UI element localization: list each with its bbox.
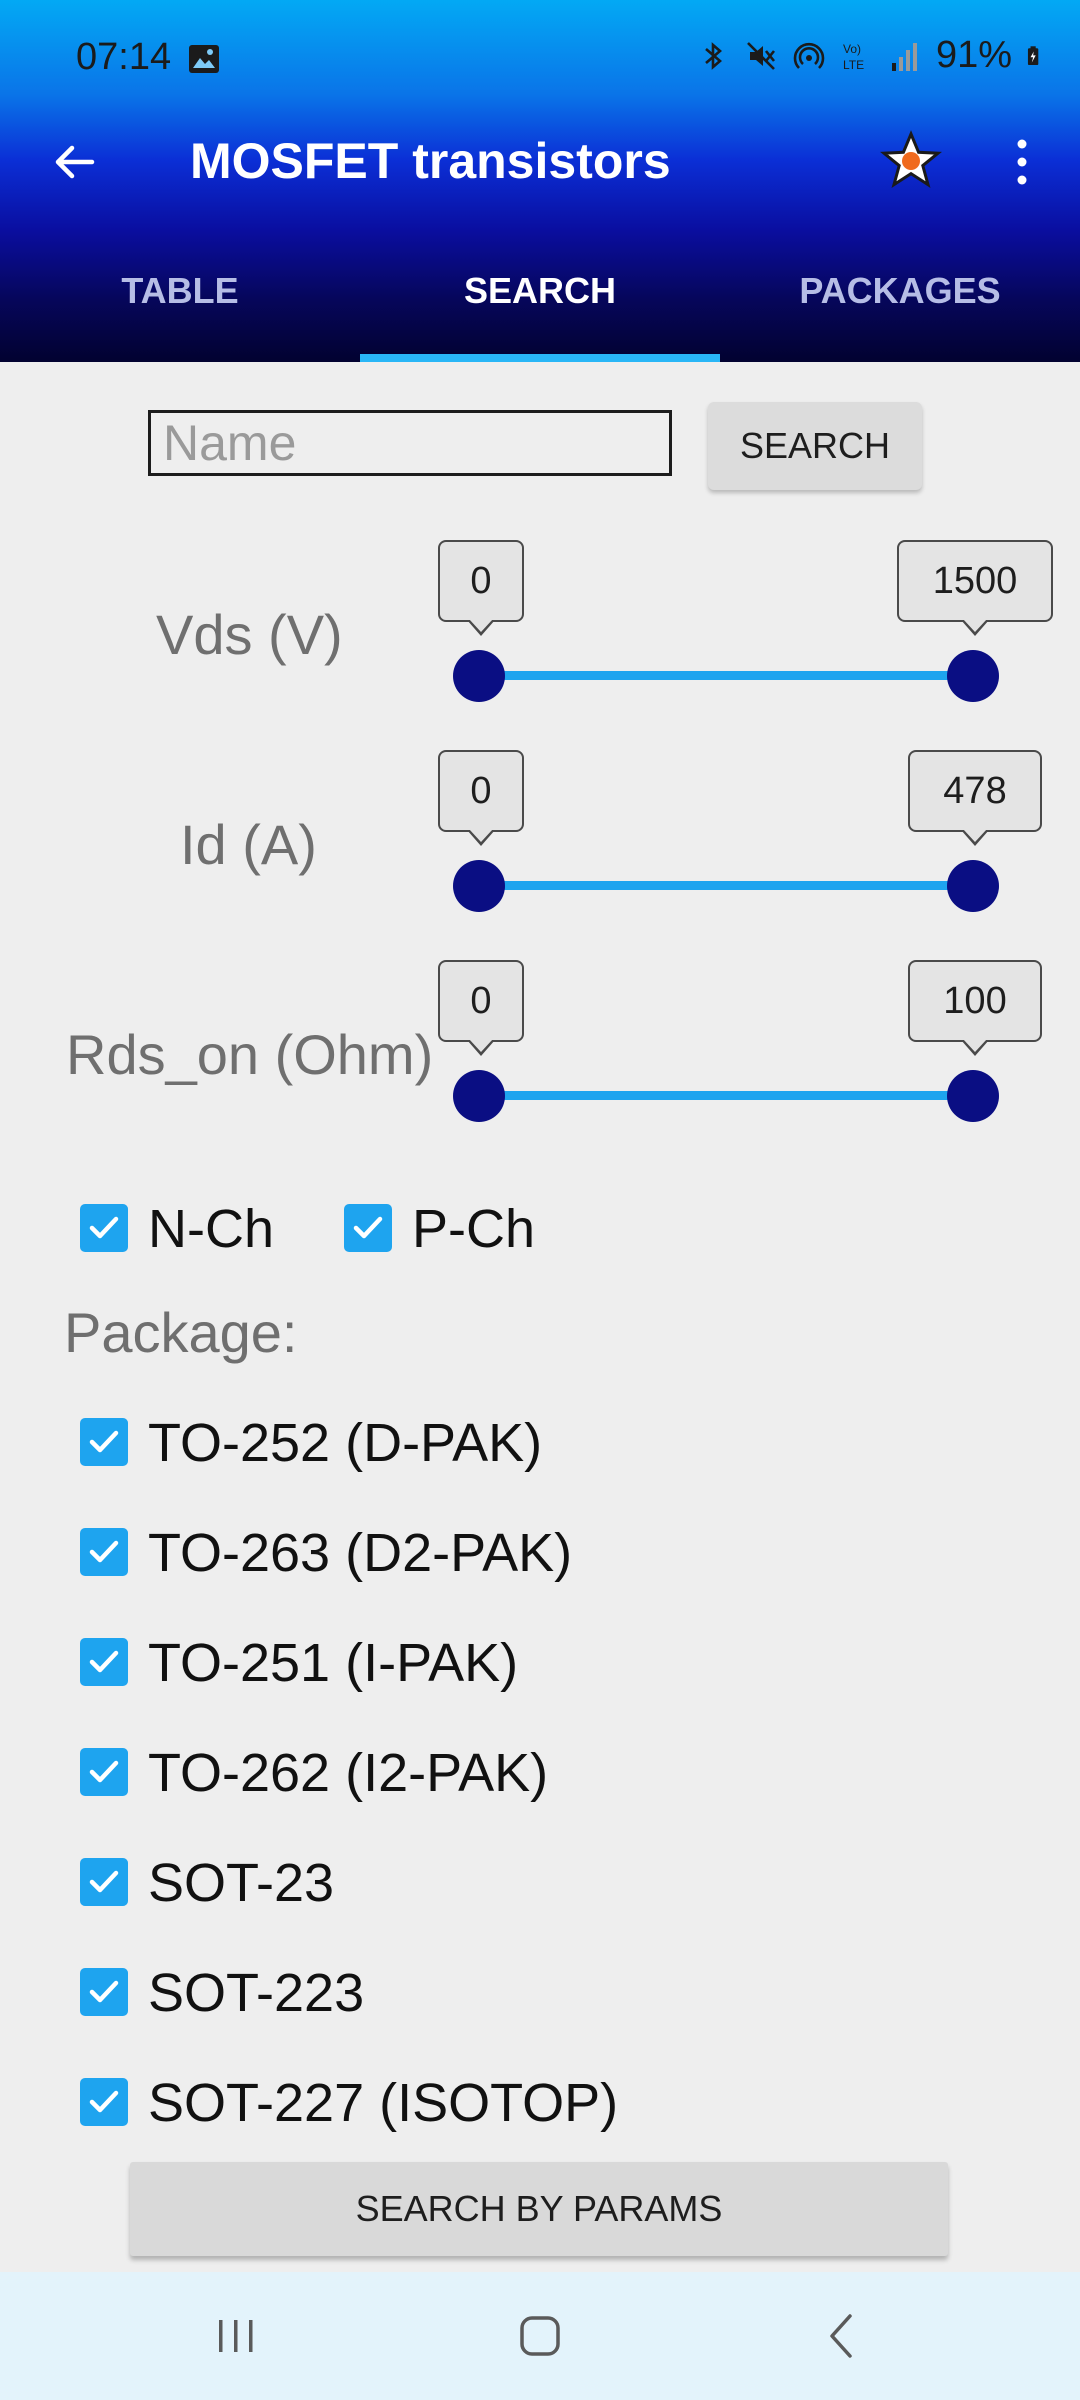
check-icon — [353, 1216, 383, 1239]
battery-charging-icon — [1027, 45, 1039, 65]
id-min-thumb[interactable] — [453, 860, 505, 912]
package-checkbox[interactable] — [80, 1748, 128, 1796]
volte-icon: Vo) LTE — [843, 42, 864, 72]
star-icon[interactable] — [880, 130, 942, 192]
package-label: TO-263 (D2-PAK) — [148, 1523, 573, 1583]
check-icon — [89, 1540, 119, 1563]
check-icon — [89, 1980, 119, 2003]
package-checkbox[interactable] — [80, 2078, 128, 2126]
id-max-value: 478 — [908, 750, 1042, 846]
vds-min-thumb[interactable] — [453, 650, 505, 702]
tab-packages[interactable]: PACKAGES — [720, 270, 1080, 312]
check-icon — [89, 2090, 119, 2113]
n-ch-checkbox[interactable] — [80, 1204, 128, 1252]
status-time: 07:14 — [76, 36, 172, 78]
package-label: SOT-23 — [148, 1853, 335, 1913]
id-max-thumb[interactable] — [947, 860, 999, 912]
name-search-input[interactable] — [148, 410, 672, 476]
p-ch-checkbox[interactable] — [344, 1204, 392, 1252]
package-label: TO-251 (I-PAK) — [148, 1633, 519, 1693]
home-icon[interactable] — [518, 2314, 562, 2358]
check-icon — [89, 1760, 119, 1783]
check-icon — [89, 1870, 119, 1893]
search-button[interactable]: SEARCH — [708, 402, 922, 490]
tab-table[interactable]: TABLE — [0, 270, 360, 312]
id-label: Id (A) — [180, 813, 317, 876]
package-checkbox[interactable] — [80, 1638, 128, 1686]
check-icon — [89, 1216, 119, 1239]
back-arrow-icon[interactable] — [44, 132, 104, 192]
package-label: TO-262 (I2-PAK) — [148, 1743, 549, 1803]
vds-slider-track[interactable] — [478, 671, 974, 680]
signal-icon — [891, 42, 917, 71]
vds-label: Vds (V) — [156, 603, 343, 666]
check-icon — [89, 1650, 119, 1673]
tab-indicator — [360, 354, 720, 362]
rds-on-min-value: 0 — [438, 960, 524, 1056]
status-icons: Vo) LTE 91% — [696, 34, 1048, 77]
check-icon — [89, 1430, 119, 1453]
mute-icon — [747, 41, 775, 70]
svg-text:LTE: LTE — [843, 58, 864, 72]
svg-text:Vo): Vo) — [843, 42, 861, 56]
bluetooth-icon — [705, 41, 722, 70]
rds-on-min-thumb[interactable] — [453, 1070, 505, 1122]
id-min-value: 0 — [438, 750, 524, 846]
package-checkbox[interactable] — [80, 1418, 128, 1466]
more-vert-icon[interactable] — [1004, 132, 1040, 194]
image-icon — [189, 45, 219, 73]
id-slider-track[interactable] — [478, 881, 974, 890]
recent-apps-icon[interactable] — [216, 2316, 256, 2356]
vds-max-thumb[interactable] — [947, 650, 999, 702]
rds-on-slider-track[interactable] — [478, 1091, 974, 1100]
package-checkbox[interactable] — [80, 1528, 128, 1576]
package-section-label: Package: — [64, 1301, 298, 1364]
package-label: SOT-227 (ISOTOP) — [148, 2073, 619, 2133]
search-by-params-button[interactable]: SEARCH BY PARAMS — [130, 2162, 948, 2256]
rds-on-max-value: 100 — [908, 960, 1042, 1056]
page-title: MOSFET transistors — [190, 133, 671, 189]
tab-search[interactable]: SEARCH — [360, 270, 720, 312]
hotspot-icon — [793, 42, 825, 69]
package-checkbox[interactable] — [80, 1858, 128, 1906]
nav-back-icon[interactable] — [826, 2312, 856, 2360]
package-label: TO-252 (D-PAK) — [148, 1413, 543, 1473]
vds-max-value: 1500 — [897, 540, 1053, 636]
p-ch-label: P-Ch — [412, 1199, 536, 1259]
rds-on-max-thumb[interactable] — [947, 1070, 999, 1122]
battery-percent: 91% — [935, 34, 1012, 76]
package-label: SOT-223 — [148, 1963, 365, 2023]
n-ch-label: N-Ch — [148, 1199, 275, 1259]
vds-min-value: 0 — [438, 540, 524, 636]
rds-on-label: Rds_on (Ohm) — [66, 1023, 434, 1086]
package-checkbox[interactable] — [80, 1968, 128, 2016]
